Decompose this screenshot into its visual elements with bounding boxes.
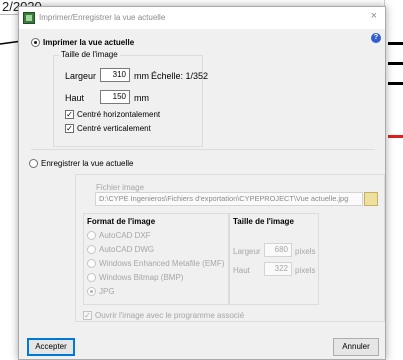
print-width-unit: mm (134, 71, 149, 81)
pixel-width-label: Largeur (233, 247, 261, 256)
pixel-width-field[interactable]: 680 (264, 243, 292, 257)
center-horizontal-label[interactable]: Centré horizontalement (77, 110, 160, 119)
center-horizontal-checkbox[interactable]: ✓ (65, 110, 74, 119)
pixel-size-group (229, 213, 319, 305)
save-view-label[interactable]: Enregistrer la vue actuelle (41, 159, 134, 168)
format-radio-dwg[interactable] (87, 245, 96, 254)
background-black-bar (388, 62, 403, 65)
format-radio-dxf[interactable] (87, 231, 96, 240)
print-height-field[interactable]: 150 (100, 90, 130, 104)
open-image-checkbox[interactable]: ✓ (83, 311, 92, 320)
pixel-height-unit: pixels (295, 266, 316, 275)
app-icon (23, 12, 35, 24)
format-group-title: Format de l'image (87, 217, 156, 226)
format-label-bmp[interactable]: Windows Bitmap (BMP) (99, 273, 183, 282)
save-view-radio[interactable] (29, 159, 38, 168)
center-vertical-label[interactable]: Centré verticalement (77, 124, 151, 133)
background-black-bar (388, 82, 403, 85)
pixel-height-label: Haut (233, 266, 250, 275)
background-red-bar (388, 135, 403, 138)
help-icon[interactable]: ? (371, 33, 381, 43)
dialog-title: Imprimer/Enregistrer la vue actuelle (39, 13, 166, 22)
background-right-panel (384, 0, 403, 360)
format-radio-emf[interactable] (87, 259, 96, 268)
center-vertical-checkbox[interactable]: ✓ (65, 124, 74, 133)
file-image-label: Fichier image (96, 183, 145, 192)
print-width-label: Largeur (65, 71, 97, 81)
pixel-height-field[interactable]: 322 (264, 262, 292, 276)
print-height-label: Haut (65, 93, 85, 103)
file-path-field[interactable]: D:\CYPE Ingenieros\Fichiers d'exportatio… (95, 192, 363, 206)
format-label-jpg[interactable]: JPG (99, 287, 115, 296)
folder-browse-icon[interactable] (364, 192, 378, 206)
print-scale-label: Échelle: 1/352 (151, 71, 209, 81)
format-radio-jpg[interactable] (87, 287, 96, 296)
pixel-width-unit: pixels (295, 247, 316, 256)
background-black-bar (388, 42, 403, 45)
close-icon[interactable]: × (371, 10, 377, 22)
print-view-radio[interactable] (31, 38, 40, 47)
accept-button[interactable]: Accepter (27, 338, 75, 356)
print-size-group-title: Taille de l'image (59, 50, 120, 59)
print-height-unit: mm (134, 93, 149, 103)
pixel-size-group-title: Taille de l'image (233, 217, 294, 226)
format-label-dwg[interactable]: AutoCAD DWG (99, 245, 154, 254)
section-divider (31, 149, 375, 150)
print-view-label[interactable]: Imprimer la vue actuelle (43, 38, 134, 47)
open-image-label[interactable]: Ouvrir l'image avec le programme associé (95, 311, 244, 320)
print-save-dialog: Imprimer/Enregistrer la vue actuelle × ?… (18, 6, 386, 360)
format-radio-bmp[interactable] (87, 273, 96, 282)
format-label-dxf[interactable]: AutoCAD DXF (99, 231, 151, 240)
print-width-field[interactable]: 310 (100, 68, 130, 82)
cancel-button[interactable]: Annuler (333, 338, 379, 356)
dialog-titlebar[interactable]: Imprimer/Enregistrer la vue actuelle × (19, 7, 385, 29)
format-label-emf[interactable]: Windows Enhanced Metafile (EMF) (99, 259, 224, 268)
background-divider (0, 14, 20, 15)
